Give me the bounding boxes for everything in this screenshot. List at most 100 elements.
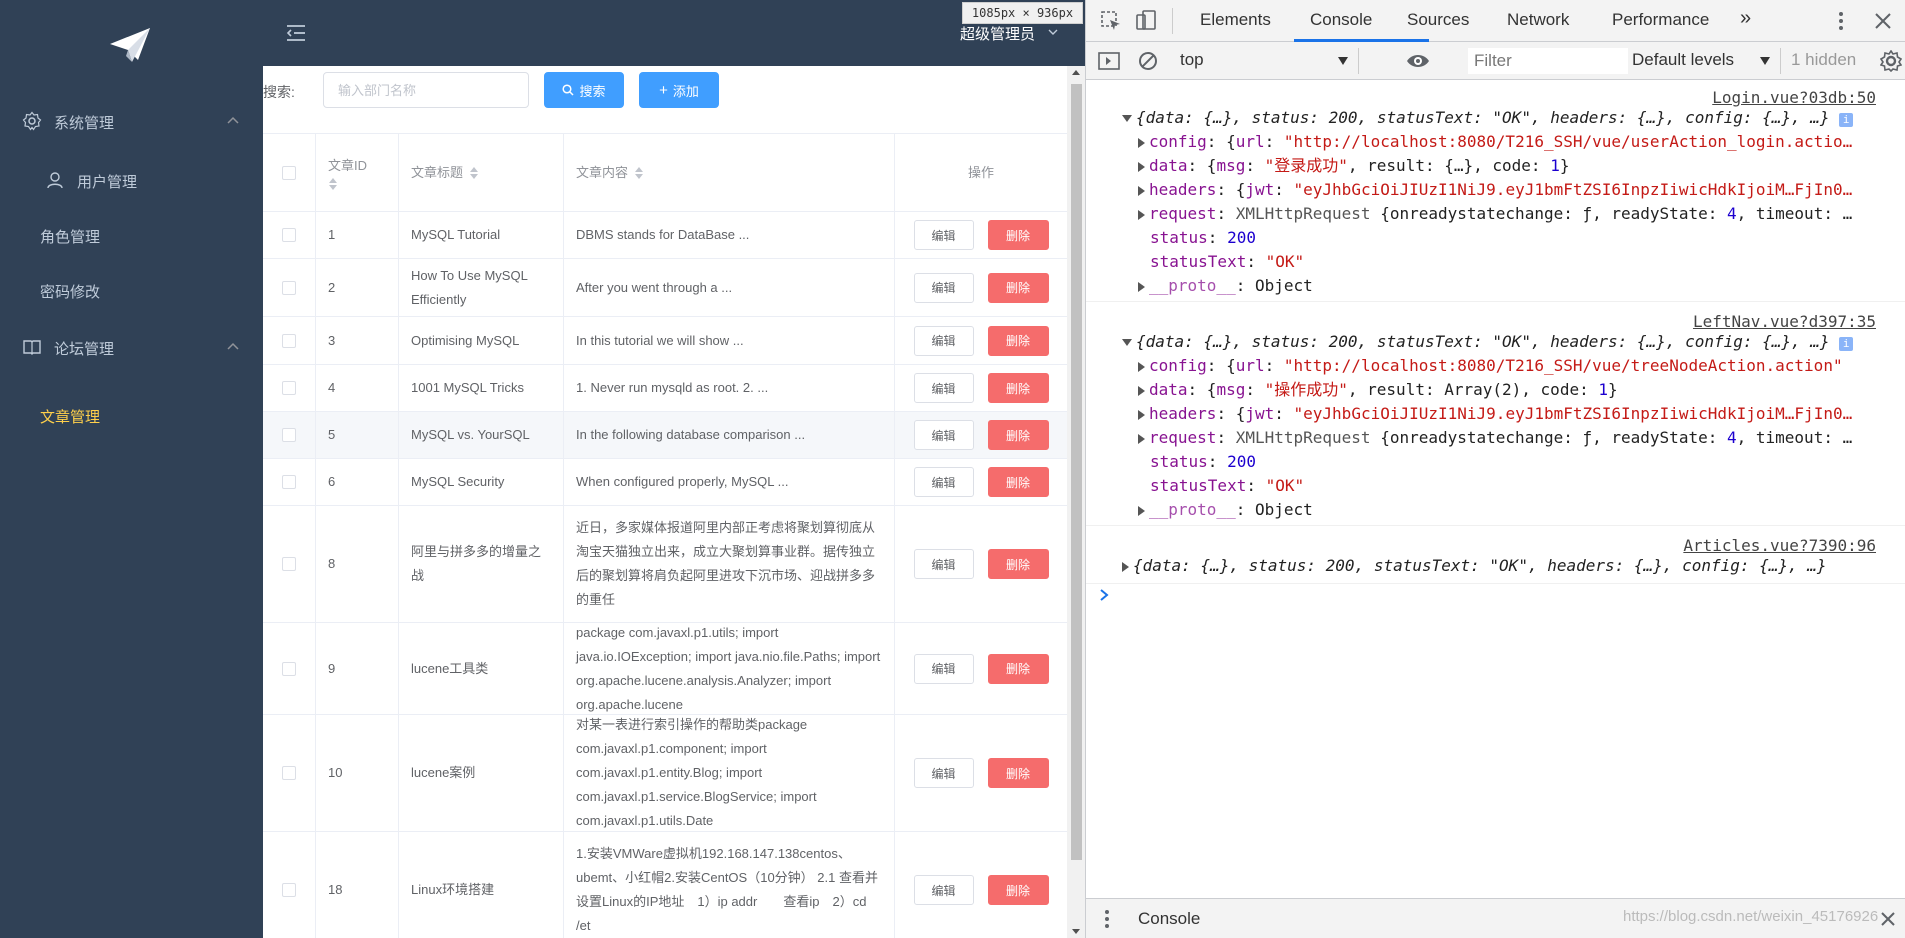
expand-triangle-icon[interactable] bbox=[1138, 409, 1145, 420]
delete-button[interactable]: 删除 bbox=[987, 467, 1049, 497]
sidebar-item-roles[interactable]: 角色管理 bbox=[0, 210, 263, 260]
request-property[interactable]: request: XMLHttpRequest {onreadystatecha… bbox=[1138, 203, 1905, 225]
sort-icon[interactable] bbox=[634, 166, 644, 180]
expand-triangle-icon[interactable] bbox=[1122, 115, 1132, 122]
delete-button[interactable]: 删除 bbox=[987, 272, 1049, 303]
menu-group-system[interactable]: 系统管理 bbox=[0, 93, 263, 149]
menu-group-forum[interactable]: 论坛管理 bbox=[0, 319, 263, 375]
expand-triangle-icon[interactable] bbox=[1138, 385, 1145, 396]
add-button[interactable]: + 添加 bbox=[639, 72, 719, 108]
delete-button[interactable]: 删除 bbox=[987, 875, 1049, 905]
config-property[interactable]: config: {url: "http://localhost:8080/T21… bbox=[1138, 131, 1905, 153]
menu-fold-icon[interactable] bbox=[285, 22, 307, 44]
search-button[interactable]: 搜索 bbox=[544, 72, 624, 108]
edit-button[interactable]: 编辑 bbox=[913, 467, 974, 497]
row-checkbox[interactable] bbox=[282, 661, 296, 676]
log-summary[interactable]: {data: {…}, status: 200, statusText: "OK… bbox=[1122, 555, 1905, 577]
device-toolbar-icon[interactable] bbox=[1134, 9, 1158, 33]
kebab-menu-icon[interactable] bbox=[1838, 10, 1844, 32]
chevron-down-icon[interactable] bbox=[1760, 57, 1770, 65]
sidebar-toggle-icon[interactable] bbox=[1098, 51, 1120, 71]
row-checkbox[interactable] bbox=[282, 883, 296, 897]
delete-button[interactable]: 删除 bbox=[987, 420, 1049, 450]
chevron-down-icon[interactable] bbox=[1338, 57, 1348, 65]
drawer-menu-icon[interactable] bbox=[1104, 909, 1110, 929]
more-tabs-button[interactable]: » bbox=[1740, 7, 1751, 30]
tab-performance[interactable]: Performance bbox=[1612, 10, 1709, 30]
edit-button[interactable]: 编辑 bbox=[913, 272, 974, 303]
row-checkbox[interactable] bbox=[282, 557, 296, 571]
data-property[interactable]: data: {msg: "操作成功", result: Array(2), co… bbox=[1138, 379, 1905, 401]
close-drawer-icon[interactable] bbox=[1880, 911, 1896, 927]
scroll-down-arrow[interactable] bbox=[1072, 929, 1080, 934]
delete-button[interactable]: 删除 bbox=[987, 549, 1049, 579]
edit-button[interactable]: 编辑 bbox=[913, 653, 974, 684]
context-select[interactable]: top bbox=[1180, 50, 1204, 70]
inspect-element-icon[interactable] bbox=[1100, 10, 1122, 32]
row-checkbox[interactable] bbox=[282, 228, 296, 242]
edit-button[interactable]: 编辑 bbox=[913, 875, 974, 905]
row-checkbox[interactable] bbox=[282, 475, 296, 489]
search-input[interactable] bbox=[323, 72, 529, 108]
headers-property[interactable]: headers: {jwt: "eyJhbGciOiJIUzI1NiJ9.eyJ… bbox=[1138, 403, 1905, 425]
delete-button[interactable]: 删除 bbox=[987, 325, 1049, 356]
row-checkbox[interactable] bbox=[282, 280, 296, 295]
expand-triangle-icon[interactable] bbox=[1138, 433, 1145, 444]
row-checkbox[interactable] bbox=[282, 766, 296, 780]
expand-triangle-icon[interactable] bbox=[1122, 339, 1132, 346]
select-all-checkbox[interactable] bbox=[282, 165, 296, 180]
log-levels-select[interactable]: Default levels bbox=[1632, 50, 1734, 70]
delete-button[interactable]: 删除 bbox=[987, 220, 1049, 250]
clear-console-icon[interactable] bbox=[1138, 51, 1158, 71]
sort-icon[interactable] bbox=[469, 166, 479, 180]
header-content[interactable]: 文章内容 bbox=[564, 134, 895, 211]
expand-triangle-icon[interactable] bbox=[1138, 281, 1145, 292]
close-icon[interactable] bbox=[1874, 12, 1892, 30]
console-prompt-icon[interactable] bbox=[1098, 588, 1110, 602]
proto-property[interactable]: __proto__: Object bbox=[1138, 275, 1905, 297]
source-link[interactable]: Login.vue?03db:50 bbox=[1712, 88, 1876, 107]
scroll-up-arrow[interactable] bbox=[1072, 70, 1080, 75]
config-property[interactable]: config: {url: "http://localhost:8080/T21… bbox=[1138, 355, 1905, 377]
expand-triangle-icon[interactable] bbox=[1138, 505, 1145, 516]
tab-sources[interactable]: Sources bbox=[1407, 10, 1469, 30]
settings-gear-icon[interactable] bbox=[1880, 50, 1902, 72]
user-dropdown[interactable]: 超级管理员 bbox=[960, 23, 1035, 44]
expand-triangle-icon[interactable] bbox=[1138, 209, 1145, 220]
log-summary[interactable]: {data: {…}, status: 200, statusText: "OK… bbox=[1122, 331, 1905, 353]
scrollbar-thumb[interactable] bbox=[1071, 84, 1082, 860]
edit-button[interactable]: 编辑 bbox=[913, 373, 974, 403]
expand-triangle-icon[interactable] bbox=[1122, 561, 1129, 572]
drawer-tab-console[interactable]: Console bbox=[1138, 909, 1200, 929]
sidebar-item-password[interactable]: 密码修改 bbox=[0, 265, 263, 315]
delete-button[interactable]: 删除 bbox=[987, 758, 1049, 788]
eye-icon[interactable] bbox=[1406, 52, 1430, 70]
tab-console[interactable]: Console bbox=[1310, 10, 1372, 30]
source-link[interactable]: LeftNav.vue?d397:35 bbox=[1693, 312, 1876, 331]
expand-triangle-icon[interactable] bbox=[1138, 161, 1145, 172]
row-checkbox[interactable] bbox=[282, 381, 296, 395]
log-summary[interactable]: {data: {…}, status: 200, statusText: "OK… bbox=[1122, 107, 1905, 129]
edit-button[interactable]: 编辑 bbox=[913, 758, 974, 788]
headers-property[interactable]: headers: {jwt: "eyJhbGciOiJIUzI1NiJ9.eyJ… bbox=[1138, 179, 1905, 201]
data-property[interactable]: data: {msg: "登录成功", result: {…}, code: 1… bbox=[1138, 155, 1905, 177]
edit-button[interactable]: 编辑 bbox=[913, 325, 974, 356]
expand-triangle-icon[interactable] bbox=[1138, 137, 1145, 148]
edit-button[interactable]: 编辑 bbox=[913, 549, 974, 579]
edit-button[interactable]: 编辑 bbox=[913, 220, 974, 250]
edit-button[interactable]: 编辑 bbox=[913, 420, 974, 450]
console-filter-input[interactable]: Filter bbox=[1468, 48, 1628, 74]
delete-button[interactable]: 删除 bbox=[987, 373, 1049, 403]
expand-triangle-icon[interactable] bbox=[1138, 361, 1145, 372]
sidebar-item-users[interactable]: 用户管理 bbox=[0, 155, 263, 205]
delete-button[interactable]: 删除 bbox=[987, 653, 1049, 684]
page-scrollbar[interactable] bbox=[1067, 66, 1085, 938]
proto-property[interactable]: __proto__: Object bbox=[1138, 499, 1905, 521]
source-link[interactable]: Articles.vue?7390:96 bbox=[1683, 536, 1876, 555]
row-checkbox[interactable] bbox=[282, 428, 296, 442]
request-property[interactable]: request: XMLHttpRequest {onreadystatecha… bbox=[1138, 427, 1905, 449]
header-title[interactable]: 文章标题 bbox=[399, 134, 564, 211]
tab-network[interactable]: Network bbox=[1507, 10, 1569, 30]
tab-elements[interactable]: Elements bbox=[1200, 10, 1271, 30]
sidebar-item-articles[interactable]: 文章管理 bbox=[0, 390, 263, 440]
